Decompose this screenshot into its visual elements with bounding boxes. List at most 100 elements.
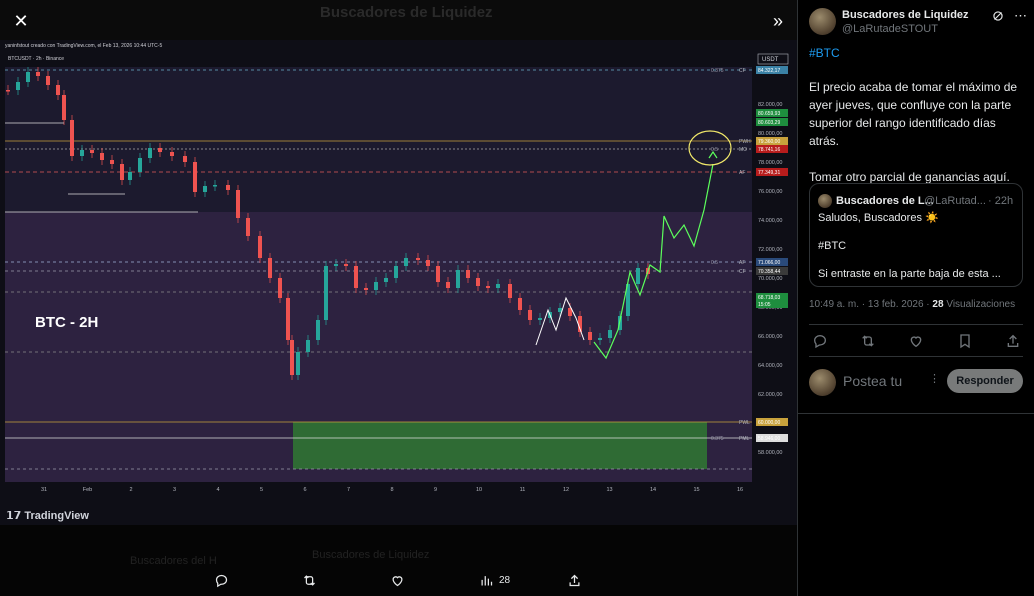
share-icon[interactable] bbox=[1005, 333, 1021, 349]
media-grid-icon[interactable]: ⋮ bbox=[929, 372, 940, 385]
tradingview-footer: 𝟭𝟳 TradingView bbox=[0, 504, 797, 525]
like-button[interactable] bbox=[390, 568, 405, 592]
repost-icon bbox=[304, 574, 315, 586]
candle-body bbox=[46, 76, 50, 85]
level-tag-price: 77.349,31 bbox=[758, 170, 780, 176]
time-tick: 12 bbox=[563, 487, 569, 493]
reply-button[interactable] bbox=[214, 568, 229, 592]
candle-body bbox=[344, 264, 348, 266]
views-count: 28 bbox=[932, 299, 944, 310]
quote-avatar bbox=[818, 194, 832, 208]
candle-body bbox=[183, 156, 187, 162]
candle-body bbox=[213, 185, 217, 187]
candle-body bbox=[636, 268, 640, 284]
candle-body bbox=[158, 148, 162, 152]
candle-body bbox=[486, 286, 490, 288]
candle-body bbox=[446, 282, 450, 288]
price-tick: 82.000,00 bbox=[758, 102, 782, 108]
candle-body bbox=[466, 270, 470, 278]
level-tag-fib: 0.5 bbox=[711, 260, 718, 266]
double-chevron-right-icon[interactable]: » bbox=[765, 8, 791, 34]
candle-body bbox=[436, 266, 440, 282]
time-tick: 13 bbox=[606, 487, 612, 493]
candle-body bbox=[496, 284, 500, 288]
quote-handle: @LaRutad... bbox=[924, 195, 986, 207]
level-tag-name: MO bbox=[739, 147, 747, 153]
candle-body bbox=[324, 266, 328, 320]
media-viewer: Buscadores de Liquidez ✕ » yaninfstout c… bbox=[0, 0, 797, 596]
share-icon bbox=[569, 574, 580, 586]
candle-body bbox=[100, 153, 104, 160]
time-tick: 3 bbox=[173, 487, 176, 493]
chart-overlay-label: BTC - 2H bbox=[35, 314, 98, 331]
tweet-text: El precio acaba de tomar el máximo de ay… bbox=[809, 80, 1018, 184]
candle-body bbox=[56, 85, 60, 95]
quote-time: · 22h bbox=[988, 195, 1014, 207]
share-button[interactable] bbox=[567, 568, 582, 592]
hashtag-link[interactable]: #BTC bbox=[809, 46, 840, 60]
level-tag-price: 80.603,29 bbox=[758, 120, 780, 126]
media-action-bar: 28 bbox=[0, 568, 797, 592]
level-tag-fib: 0.375 bbox=[711, 436, 724, 442]
timestamp[interactable]: 10:49 a. m. · 13 feb. 2026 · bbox=[809, 299, 930, 310]
time-tick: 11 bbox=[520, 487, 526, 493]
level-tag-price: 60.000,00 bbox=[758, 420, 780, 426]
repost-button[interactable] bbox=[302, 568, 317, 592]
repost-icon[interactable] bbox=[860, 333, 876, 349]
user-avatar bbox=[809, 369, 836, 396]
candle-body bbox=[426, 260, 430, 266]
candle-body bbox=[364, 288, 368, 290]
candle-body bbox=[6, 90, 10, 92]
candle-body bbox=[608, 330, 612, 338]
heart-icon[interactable] bbox=[908, 333, 924, 349]
price-tick: 74.000,00 bbox=[758, 218, 782, 224]
quoted-tweet[interactable]: Buscadores de L... @LaRutad... · 22h Sal… bbox=[809, 183, 1023, 287]
candle-body bbox=[70, 120, 74, 156]
tradingview-logo: 𝟭𝟳 TradingView bbox=[6, 510, 89, 522]
level-tag-price: 80.659,93 bbox=[758, 111, 780, 117]
level-tag-price: 70.358,44 bbox=[758, 269, 780, 275]
price-tick: 70.000,00 bbox=[758, 276, 782, 282]
author-name[interactable]: Buscadores de Liquidez bbox=[842, 9, 969, 21]
level-tag-name: AF bbox=[739, 170, 745, 176]
avatar[interactable] bbox=[809, 8, 836, 35]
level-tag-price: 71.066,00 bbox=[758, 260, 780, 266]
views-button[interactable]: 28 bbox=[479, 568, 510, 592]
candle-body bbox=[476, 278, 480, 286]
level-tag-price: 84.322,17 bbox=[758, 68, 780, 74]
candle-body bbox=[374, 282, 378, 290]
candle-body bbox=[110, 160, 114, 164]
time-tick: 15 bbox=[693, 487, 699, 493]
level-tag-price: 15:05 bbox=[758, 302, 771, 308]
bar-chart-icon bbox=[481, 575, 493, 585]
reply-input[interactable]: Postea tu bbox=[843, 373, 902, 389]
candle-body bbox=[334, 264, 338, 266]
candle-body bbox=[286, 298, 290, 340]
author-handle[interactable]: @LaRutadeSTOUT bbox=[842, 23, 938, 35]
bookmark-icon[interactable] bbox=[957, 333, 973, 349]
level-tag-price: 58.946,00 bbox=[758, 436, 780, 442]
demand-zone bbox=[293, 422, 707, 469]
candle-body bbox=[456, 270, 460, 288]
reply-submit-button[interactable]: Responder bbox=[947, 369, 1023, 393]
reply-icon[interactable] bbox=[812, 333, 828, 349]
divider bbox=[809, 356, 1023, 357]
time-tick: Feb bbox=[83, 487, 92, 493]
heart-icon bbox=[392, 575, 403, 586]
candle-body bbox=[246, 218, 250, 236]
chart-image[interactable]: yaninfstout creado con TradingView.com, … bbox=[0, 40, 797, 525]
level-tag-name: CF bbox=[739, 269, 746, 275]
candle-body bbox=[80, 150, 84, 156]
time-tick: 6 bbox=[303, 487, 306, 493]
bg-row-1: Buscadores del H bbox=[130, 555, 217, 567]
candle-body bbox=[128, 172, 132, 180]
candle-body bbox=[226, 185, 230, 190]
candle-body bbox=[404, 258, 408, 266]
candle-body bbox=[16, 82, 20, 90]
close-icon[interactable]: ✕ bbox=[8, 8, 34, 34]
grok-icon[interactable] bbox=[991, 9, 1005, 23]
candle-body bbox=[296, 352, 300, 375]
candle-body bbox=[26, 72, 30, 82]
more-icon[interactable]: ⋯ bbox=[1014, 8, 1027, 24]
level-tag-fib: 0.375 bbox=[711, 68, 724, 74]
